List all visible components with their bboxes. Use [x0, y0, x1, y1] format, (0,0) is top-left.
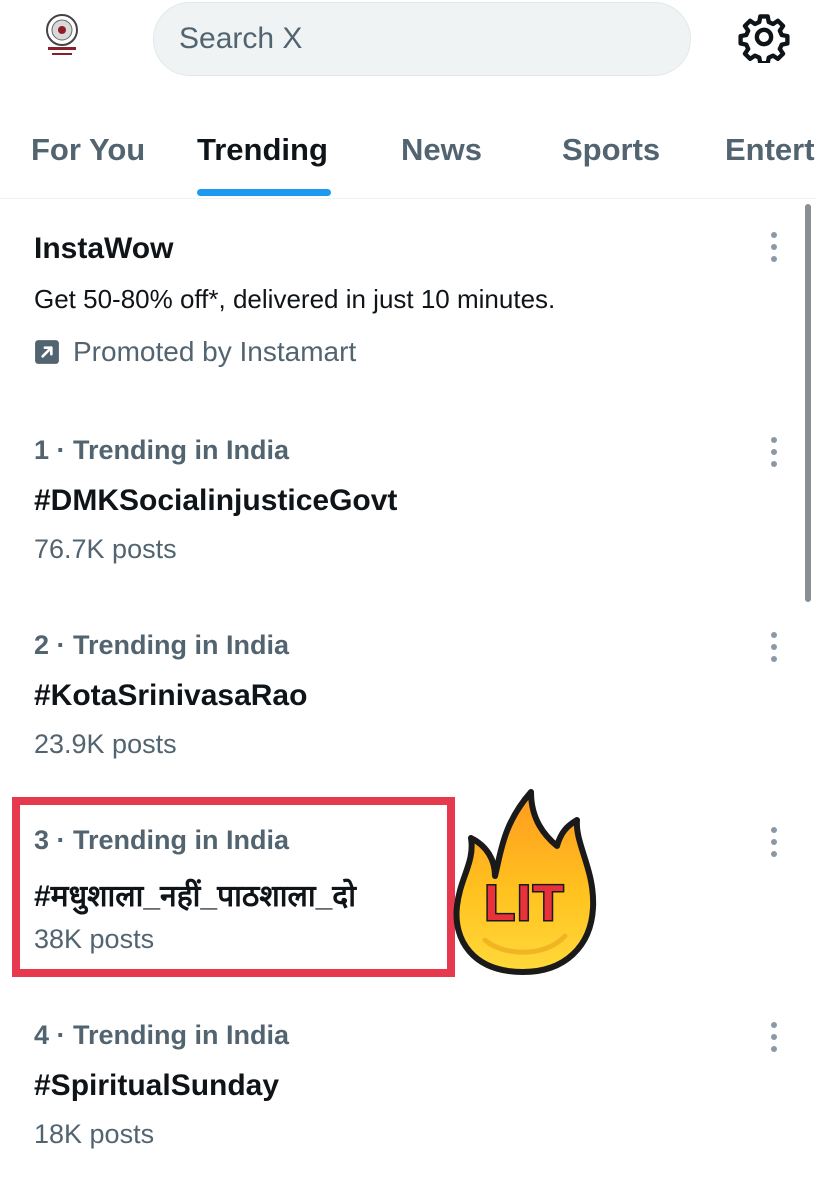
trend-meta: 4 · Trending in India — [34, 1020, 290, 1050]
trend-post-count: 18K posts — [34, 1119, 155, 1149]
promoted-label[interactable]: Promoted by Instamart — [34, 336, 356, 368]
explore-screen: Search X For You Trending News Sports En… — [0, 0, 816, 1200]
gear-icon — [738, 14, 790, 66]
trend-post-count: 76.7K posts — [34, 534, 177, 564]
more-options-icon[interactable] — [763, 435, 785, 469]
trend-item[interactable]: 1 · Trending in India #DMKSocialinjustic… — [0, 420, 800, 590]
lit-sticker: LIT — [445, 780, 600, 980]
scrollbar[interactable] — [805, 204, 811, 602]
promoted-title: InstaWow — [34, 232, 174, 265]
fire-icon: LIT — [453, 789, 597, 975]
trend-item[interactable]: 4 · Trending in India #SpiritualSunday 1… — [0, 1005, 800, 1175]
active-tab-indicator — [197, 189, 331, 196]
highlight-box — [12, 797, 455, 977]
more-options-icon[interactable] — [763, 825, 785, 859]
trend-meta: 2 · Trending in India — [34, 630, 290, 660]
search-input[interactable]: Search X — [153, 2, 691, 76]
trend-title: #SpiritualSunday — [34, 1069, 280, 1102]
tab-trending[interactable]: Trending — [197, 112, 328, 198]
avatar[interactable] — [36, 10, 88, 62]
promoted-trend[interactable]: InstaWow Get 50-80% off*, delivered in j… — [0, 200, 800, 390]
explore-tabs: For You Trending News Sports Entert — [0, 112, 816, 199]
promoted-arrow-icon — [35, 340, 59, 364]
promoted-description: Get 50-80% off*, delivered in just 10 mi… — [34, 284, 556, 314]
tab-entertainment[interactable]: Entert — [725, 112, 815, 198]
emblem-avatar-icon — [36, 10, 88, 62]
promoted-by-text: Promoted by Instamart — [73, 336, 357, 367]
tab-news[interactable]: News — [401, 112, 482, 198]
sticker-text: LIT — [485, 875, 566, 931]
trend-title: #KotaSrinivasaRao — [34, 679, 308, 712]
more-options-icon[interactable] — [763, 230, 785, 264]
search-placeholder: Search X — [179, 22, 303, 55]
trend-meta: 1 · Trending in India — [34, 435, 290, 465]
settings-button[interactable] — [738, 11, 790, 66]
trend-post-count: 23.9K posts — [34, 729, 177, 759]
tab-for-you[interactable]: For You — [31, 112, 145, 198]
trend-title: #DMKSocialinjusticeGovt — [34, 484, 398, 517]
more-options-icon[interactable] — [763, 630, 785, 664]
tab-sports[interactable]: Sports — [562, 112, 660, 198]
more-options-icon[interactable] — [763, 1020, 785, 1054]
trend-item[interactable]: 2 · Trending in India #KotaSrinivasaRao … — [0, 615, 800, 785]
